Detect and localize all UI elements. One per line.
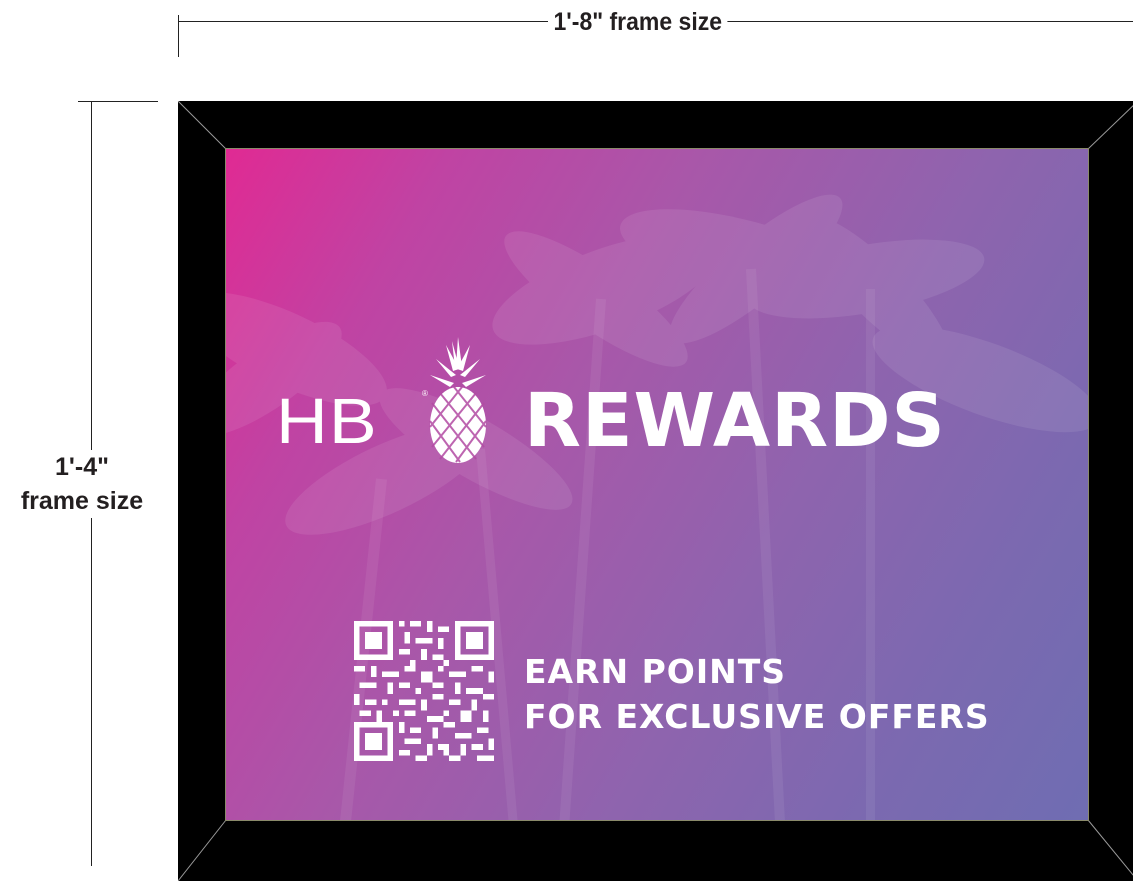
sign-frame: HB ® REWARDS EARN POINTS FOR EXCLUSIVE O… (178, 101, 1133, 881)
tagline-line-1: EARN POINTS (524, 652, 787, 691)
sign-artwork: HB ® REWARDS EARN POINTS FOR EXCLUSIVE O… (225, 148, 1089, 821)
tagline-line-2: FOR EXCLUSIVE OFFERS (524, 697, 990, 736)
pineapple-icon (429, 337, 487, 463)
width-dimension-tick (178, 15, 179, 57)
height-dimension-tick (78, 101, 158, 102)
height-dimension-caption: frame size (20, 487, 144, 515)
qr-code-icon (354, 621, 494, 761)
logo-hb-text: HB (276, 385, 378, 457)
logo-rewards-text: REWARDS (524, 378, 946, 464)
width-dimension-label: 1'-8" frame size (548, 7, 728, 37)
height-dimension-value: 1'-4" (55, 453, 109, 481)
tagline: EARN POINTS FOR EXCLUSIVE OFFERS (524, 649, 990, 739)
height-dimension-label: 1'-4" frame size (6, 450, 158, 518)
